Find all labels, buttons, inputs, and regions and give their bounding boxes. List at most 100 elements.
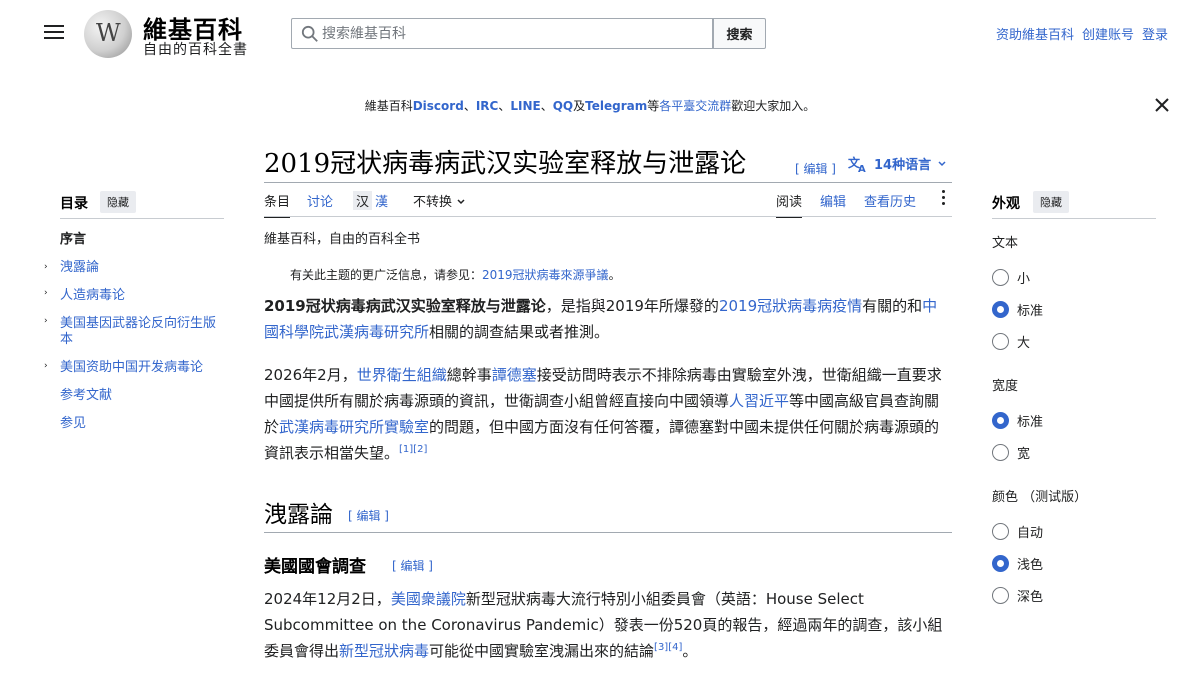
logo-tagline: 自由的百科全書 [143,42,248,58]
qq-link[interactable]: QQ [553,99,573,113]
hatnote-link[interactable]: 2019冠狀病毒來源爭議 [482,268,609,282]
tab-variant-hans[interactable]: 漢 [375,191,388,210]
radio-selected-icon[interactable] [992,301,1009,318]
radio-width-standard[interactable]: 标准 [992,411,1043,430]
radio-label: 标准 [1017,304,1044,319]
radio-color-dark[interactable]: 深色 [992,586,1043,605]
link-who[interactable]: 世界衛生組織 [357,366,447,384]
radio-icon[interactable] [992,269,1009,286]
variant-label: 不转换 [413,195,453,210]
tab-article[interactable]: 条目 [264,191,291,218]
radio-label: 大 [1017,336,1031,351]
color-label: 颜色 （测试版） [992,490,1088,505]
radio-label: 浅色 [1017,558,1044,573]
link-pandemic[interactable]: 2019冠狀病毒病疫情 [719,297,862,315]
toc-item-artificial[interactable]: 人造病毒论 [60,288,224,304]
create-account-link[interactable]: 创建账号 [1082,24,1134,43]
tab-edit[interactable]: 编辑 [820,191,846,210]
subsection-heading-congress: 美國國會調查 [264,557,366,577]
appearance-hide-button[interactable]: 隐藏 [1033,191,1069,213]
banner-sep: 、 [540,99,553,113]
hatnote-suffix: 。 [608,268,621,282]
discord-link[interactable]: Discord [413,99,464,113]
search-icon [301,25,318,42]
search-input[interactable] [322,20,702,47]
line-link[interactable]: LINE [510,99,540,113]
toc-divider [60,218,224,219]
chevron-right-icon[interactable]: › [44,316,52,326]
toc-item-see-also[interactable]: 参见 [60,416,224,432]
radio-label: 小 [1017,272,1031,287]
radio-selected-icon[interactable] [992,412,1009,429]
text-run: 有關的和 [862,297,923,315]
toc-item-intro[interactable]: 序言 [60,232,224,248]
wikipedia-globe-logo[interactable] [84,10,132,58]
link-xi[interactable]: 習近平 [744,392,789,410]
text-size-label: 文本 [992,236,1019,251]
banner-prefix: 維基百科 [364,99,413,113]
tab-variant-hant[interactable]: 汉 [353,191,373,210]
main-menu-icon[interactable] [42,22,66,44]
radio-color-light[interactable]: 浅色 [992,554,1043,573]
chevron-right-icon[interactable]: › [44,262,52,272]
toc-item-references[interactable]: 参考文献 [60,388,224,404]
chevron-right-icon[interactable]: › [44,361,52,371]
radio-text-large[interactable]: 大 [992,332,1030,351]
banner-sep: 、 [463,99,476,113]
subsection-edit-link[interactable]: [ 编辑 ] [392,557,433,574]
groups-link[interactable]: 各平臺交流群 [659,99,731,113]
link-sars-cov-2[interactable]: 新型冠狀病毒 [339,642,429,660]
telegram-link[interactable]: Telegram [585,99,647,113]
link-house[interactable]: 美國衆議院 [391,590,466,608]
reference-link[interactable]: [1][2] [399,444,427,455]
radio-text-standard[interactable]: 标准 [992,300,1043,319]
radio-icon[interactable] [992,523,1009,540]
toc-item-funding[interactable]: 美国资助中国开发病毒论 [60,360,224,376]
chevron-down-icon [938,160,946,166]
toc-hide-button[interactable]: 隐藏 [100,191,136,213]
title-divider [264,182,952,183]
radio-icon[interactable] [992,333,1009,350]
search-button[interactable]: 搜索 [713,18,766,49]
tab-history[interactable]: 查看历史 [864,191,916,210]
toc-title: 目录 [60,196,88,212]
close-icon[interactable] [1152,95,1172,115]
text-run: 相關的調查結果或者推測。 [429,323,610,341]
language-button[interactable]: 文 A 14种语言 [848,154,947,173]
title-edit-link[interactable]: [ 编辑 ] [795,160,836,177]
donate-link[interactable]: 资助維基百科 [996,24,1074,43]
reference-link[interactable]: [3][4] [654,642,682,653]
text-run: 總幹事 [446,366,492,384]
text-run: 。 [682,642,698,660]
paragraph: 2026年2月，世界衛生組織總幹事譚德塞接受訪問時表示不排除病毒由實驗室外洩，世… [264,362,952,466]
login-link[interactable]: 登录 [1142,24,1168,43]
toc-item-leak[interactable]: 洩露論 [60,260,224,276]
toc-item-bioweapon[interactable]: 美国基因武器论反向衍生版本 [60,316,224,348]
link-wiv-lab[interactable]: 武漢病毒研究所實驗室 [279,418,429,436]
more-menu-icon[interactable] [939,189,947,207]
radio-color-auto[interactable]: 自动 [992,522,1043,541]
text-run: 2026年2月， [264,366,357,384]
radio-text-small[interactable]: 小 [992,268,1030,287]
radio-label: 深色 [1017,590,1044,605]
section-heading-leak: 洩露論 [264,502,333,528]
section-edit-link[interactable]: [ 编辑 ] [348,507,389,524]
tab-talk[interactable]: 讨论 [307,191,333,210]
hatnote: 有关此主题的更广泛信息，请参见：2019冠狀病毒來源爭議。 [290,266,621,283]
radio-icon[interactable] [992,587,1009,604]
radio-icon[interactable] [992,444,1009,461]
personal-tools: 资助維基百科 创建账号 登录 [996,24,1168,43]
radio-selected-icon[interactable] [992,555,1009,572]
link-person[interactable]: 人 [729,392,744,410]
radio-width-wide[interactable]: 宽 [992,443,1030,462]
lead-bold-title: 2019冠状病毒病武汉实验室释放与泄露论 [264,297,546,315]
svg-text:A: A [858,164,866,173]
tab-read[interactable]: 阅读 [776,191,803,218]
link-tedros[interactable]: 譚德塞 [492,366,537,384]
section-divider [264,532,952,533]
tab-variant-dropdown[interactable]: 不转换 [413,191,466,210]
chevron-right-icon[interactable]: › [44,288,52,298]
banner-suffix: 歡迎大家加入。 [731,99,816,113]
irc-link[interactable]: IRC [476,99,499,113]
radio-label: 自动 [1017,526,1044,541]
